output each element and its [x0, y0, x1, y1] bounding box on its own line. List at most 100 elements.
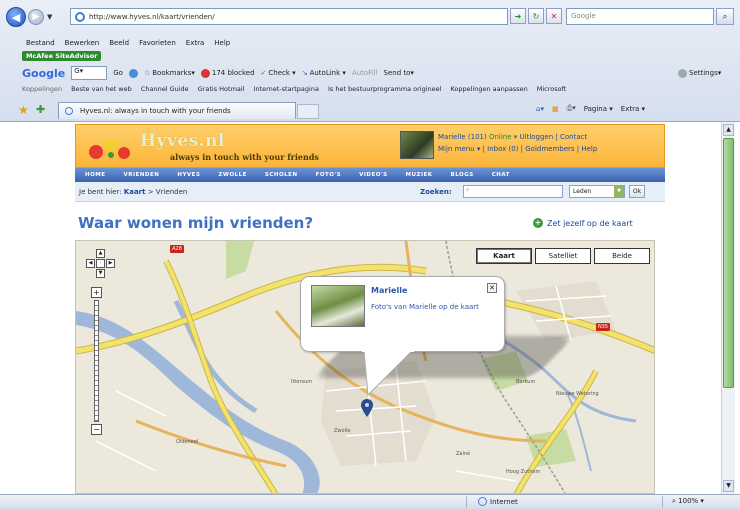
map-type-satelliet[interactable]: Satelliet	[535, 248, 591, 264]
blocked-icon	[200, 68, 210, 78]
user-name-link[interactable]: Marielle (101)	[438, 133, 487, 141]
logout-contact-links[interactable]: Uitloggen | Contact	[520, 133, 588, 141]
site-header: Hyves.nl always in touch with your frien…	[75, 124, 665, 168]
site-search-input[interactable]: ⌕	[463, 185, 563, 198]
settings-label: Settings▾	[689, 69, 722, 77]
new-tab-button[interactable]	[297, 104, 319, 119]
zoom-out-button[interactable]: −	[91, 424, 102, 435]
mcafee-siteadvisor-button[interactable]: McAfee SiteAdvisor	[22, 51, 102, 61]
menu-bar: Bestand Bewerken Beeld Favorieten Extra …	[0, 36, 740, 50]
vertical-scrollbar[interactable]: ▲ ▼	[721, 122, 735, 494]
link-gratis-hotmail[interactable]: Gratis Hotmail	[198, 85, 245, 93]
link-channel-guide[interactable]: Channel Guide	[141, 85, 189, 93]
nav-chat[interactable]: CHAT	[492, 172, 510, 178]
nav-videos[interactable]: VIDEO'S	[359, 172, 387, 178]
nav-dropdown-icon[interactable]: ▼	[47, 13, 55, 21]
menu-beeld[interactable]: Beeld	[109, 39, 129, 47]
home-icon[interactable]: ⌂▾	[536, 105, 544, 113]
map-label-ittersum: Ittersum	[291, 379, 313, 385]
menu-favorieten[interactable]: Favorieten	[139, 39, 176, 47]
pan-center-icon[interactable]: ·	[96, 259, 105, 268]
search-icon[interactable]: ⌕	[716, 8, 734, 25]
map-label-zwolle: Zwolle	[334, 428, 351, 434]
blocked-label: 174 blocked	[211, 69, 255, 77]
nav-blogs[interactable]: BLOGS	[451, 172, 474, 178]
link-microsoft[interactable]: Microsoft	[537, 85, 567, 93]
search-scope-select[interactable]: Leden ▼	[569, 185, 625, 198]
zoom-in-button[interactable]: +	[91, 287, 102, 298]
link-internet-startpagina[interactable]: Internet-startpagina	[254, 85, 319, 93]
menu-help[interactable]: Help	[214, 39, 230, 47]
nav-home[interactable]: HOME	[85, 172, 106, 178]
pan-left-icon[interactable]: ◀	[86, 259, 95, 268]
zet-jezelf-label: Zet jezelf op de kaart	[547, 218, 633, 228]
back-button[interactable]: ◀	[6, 7, 26, 27]
tools-menu[interactable]: Extra ▾	[621, 105, 645, 113]
print-icon[interactable]: ⎙▾	[567, 104, 576, 113]
bubble-friend-name[interactable]: Marielle	[371, 286, 407, 295]
nav-vrienden[interactable]: VRIENDEN	[124, 172, 160, 178]
links-label: Koppelingen	[22, 85, 63, 93]
nav-scholen[interactable]: SCHOLEN	[265, 172, 298, 178]
scroll-up-icon[interactable]: ▲	[723, 124, 734, 136]
page-menu[interactable]: Pagina ▾	[584, 105, 613, 113]
site-tagline: always in touch with your friends	[170, 152, 319, 162]
zoom-level[interactable]: ⌕ 100% ▾	[672, 497, 704, 506]
toolbar-globe-icon[interactable]	[128, 68, 138, 78]
nav-zwolle[interactable]: ZWOLLE	[218, 172, 247, 178]
address-bar[interactable]: http://www.hyves.nl/kaart/vrienden/	[70, 8, 508, 25]
pan-right-icon[interactable]: ▶	[106, 259, 115, 268]
check-button[interactable]: ✓ Check ▾	[261, 69, 296, 77]
browser-search-input[interactable]: Google	[566, 8, 714, 25]
friends-map[interactable]: Zwolle Ittersum Zalné Hoog Zuthem Nieuwe…	[75, 240, 655, 494]
autolink-button[interactable]: ↘ AutoLink ▾	[302, 69, 346, 77]
link-koppelingen-aanpassen[interactable]: Koppelingen aanpassen	[450, 85, 527, 93]
zoom-slider[interactable]	[94, 300, 99, 422]
stop-icon[interactable]: ✕	[546, 8, 562, 24]
nav-muziek[interactable]: MUZIEK	[406, 172, 433, 178]
google-settings-button[interactable]: Settings▾	[678, 68, 722, 78]
settings-icon	[678, 68, 687, 78]
feeds-icon[interactable]: ▦	[552, 105, 559, 113]
map-pin-icon[interactable]	[361, 399, 373, 417]
user-avatar[interactable]	[400, 131, 434, 159]
breadcrumb-kaart-link[interactable]: Kaart	[124, 188, 146, 196]
scroll-down-icon[interactable]: ▼	[723, 480, 734, 492]
pan-up-icon[interactable]: ▲	[96, 249, 105, 258]
nav-hyves[interactable]: HYVES	[177, 172, 200, 178]
menu-bewerken[interactable]: Bewerken	[65, 39, 100, 47]
pan-down-icon[interactable]: ▼	[96, 269, 105, 278]
bookmarks-button[interactable]: ☆ Bookmarks▾	[144, 69, 195, 77]
online-status[interactable]: Online ▾	[489, 133, 517, 141]
favorites-star-icon[interactable]: ★	[18, 103, 29, 117]
map-zoom-control: + −	[90, 287, 103, 435]
refresh-icon[interactable]: ↻	[528, 8, 544, 24]
bubble-photos-link[interactable]: Foto's van Marielle op de kaart	[371, 302, 491, 312]
tab-hyves[interactable]: Hyves.nl: always in touch with your frie…	[58, 102, 296, 119]
google-search-field[interactable]: G▾	[71, 66, 108, 80]
map-pan-control: ▲ ◀ · ▶ ▼	[86, 249, 116, 279]
site-logo[interactable]: Hyves.nl	[140, 131, 225, 151]
link-bestuurprogramma[interactable]: Is het bestuurprogramma origineel	[328, 85, 442, 93]
sendto-button[interactable]: Send to▾	[384, 69, 414, 77]
user-menu-links[interactable]: Mijn menu ▾ | Inbox (0) | Goldmembers | …	[438, 145, 597, 153]
search-ok-button[interactable]: Ok	[629, 185, 645, 198]
map-type-kaart[interactable]: Kaart	[476, 248, 532, 264]
forward-button[interactable]: ▶	[28, 9, 44, 25]
friend-photo[interactable]	[311, 285, 365, 327]
nav-fotos[interactable]: FOTO'S	[316, 172, 342, 178]
google-go-button[interactable]: Go	[113, 69, 123, 77]
link-beste-van-het-web[interactable]: Beste van het web	[71, 85, 132, 93]
close-icon[interactable]: ✕	[487, 283, 497, 293]
go-icon[interactable]: ➜	[510, 8, 526, 24]
scroll-thumb[interactable]	[723, 138, 734, 388]
autofill-label: AutoFill	[351, 69, 378, 77]
menu-bestand[interactable]: Bestand	[26, 39, 55, 47]
popup-blocker-button[interactable]: 174 blocked	[200, 68, 255, 78]
add-favorite-icon[interactable]: ✚	[36, 103, 45, 116]
autofill-button[interactable]: AutoFill	[352, 69, 378, 77]
zet-jezelf-link[interactable]: + Zet jezelf op de kaart	[533, 218, 633, 228]
status-separator	[466, 496, 467, 508]
map-type-beide[interactable]: Beide	[594, 248, 650, 264]
menu-extra[interactable]: Extra	[186, 39, 204, 47]
